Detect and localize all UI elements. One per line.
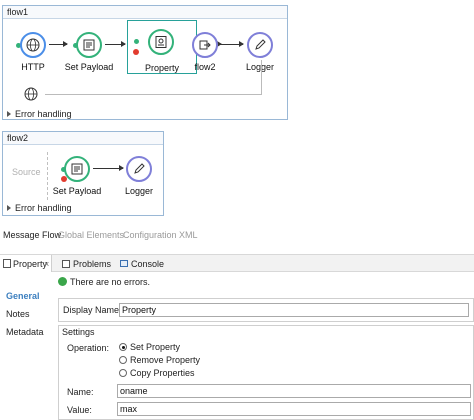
- property-tab-icon: [3, 259, 11, 268]
- globe-icon: [24, 87, 38, 103]
- flow1-title: flow1: [7, 7, 29, 17]
- http-listener-component[interactable]: HTTP: [3, 24, 63, 84]
- logger-icon: [247, 32, 273, 58]
- flow1-container[interactable]: flow1 HTTP Set Payload Property flow2 Lo…: [2, 5, 288, 120]
- tab-property[interactable]: Property ×: [0, 255, 52, 273]
- radio-copy-properties[interactable]: [119, 369, 127, 377]
- expand-triangle-icon: [7, 111, 11, 117]
- connector-dot: [134, 39, 139, 44]
- problems-icon: [62, 260, 70, 268]
- response-line: [45, 94, 261, 95]
- flow2-container[interactable]: flow2 Source Set Payload Logger Error ha…: [2, 131, 164, 216]
- display-name-box: Display Name: Property: [58, 298, 474, 322]
- properties-content: There are no errors. Display Name: Prope…: [54, 272, 474, 420]
- error-handling-toggle[interactable]: Error handling: [7, 203, 72, 213]
- name-label: Name:: [67, 387, 94, 397]
- globe-icon: [20, 32, 46, 58]
- error-indicator: [133, 49, 139, 55]
- display-name-field[interactable]: Property: [119, 303, 469, 317]
- radio-remove-property[interactable]: [119, 356, 127, 364]
- logger-icon: [126, 156, 152, 182]
- error-handling-toggle[interactable]: Error handling: [7, 109, 72, 119]
- tab-problems[interactable]: Problems: [60, 255, 112, 273]
- panel-tab-bar: Property × Problems Console: [0, 254, 474, 273]
- set-payload-component[interactable]: Set Payload: [47, 148, 107, 208]
- sidebar-item-general[interactable]: General: [6, 291, 40, 301]
- settings-title: Settings: [62, 327, 95, 337]
- payload-icon: [64, 156, 90, 182]
- error-handling-label: Error handling: [15, 203, 72, 213]
- flow-arrow: [105, 41, 126, 47]
- logger-component[interactable]: Logger: [109, 148, 169, 208]
- status-message: There are no errors.: [70, 277, 151, 287]
- value-field[interactable]: max: [117, 402, 471, 416]
- radio-set-property[interactable]: [119, 343, 127, 351]
- tab-global-elements[interactable]: Global Elements: [58, 230, 124, 240]
- close-icon[interactable]: ×: [44, 255, 49, 273]
- source-label: Source: [12, 167, 41, 177]
- flow2-header: flow2: [3, 132, 163, 145]
- component-label: Logger: [124, 186, 154, 196]
- flow1-header: flow1: [3, 6, 287, 19]
- sidebar-item-notes[interactable]: Notes: [6, 309, 30, 319]
- console-icon: [120, 260, 128, 267]
- properties-sidebar: General Notes Metadata: [0, 272, 54, 420]
- set-payload-component[interactable]: Set Payload: [59, 24, 119, 84]
- tab-configuration-xml[interactable]: Configuration XML: [123, 230, 198, 240]
- tab-console-label: Console: [131, 259, 165, 269]
- settings-box: Settings Operation: Set Property Remove …: [58, 325, 474, 420]
- operation-label: Operation:: [67, 343, 110, 353]
- sidebar-item-metadata[interactable]: Metadata: [6, 327, 44, 337]
- name-field[interactable]: oname: [117, 384, 471, 398]
- editor-tabs: Message Flow Global Elements Configurati…: [0, 228, 474, 242]
- properties-panel: Property × Problems Console General Note…: [0, 254, 474, 420]
- response-line-vertical: [261, 60, 262, 95]
- tab-problems-label: Problems: [73, 259, 112, 269]
- radio-label-copy-properties: Copy Properties: [130, 368, 195, 378]
- check-icon: [58, 277, 67, 286]
- tab-property-label: Property: [13, 259, 48, 269]
- flow-ref-icon: [192, 32, 218, 58]
- value-label: Value:: [67, 405, 92, 415]
- display-name-label: Display Name:: [63, 305, 122, 315]
- component-label: Logger: [245, 62, 275, 72]
- flow2-title: flow2: [7, 133, 29, 143]
- expand-triangle-icon: [7, 205, 11, 211]
- payload-icon: [76, 32, 102, 58]
- tab-message-flow[interactable]: Message Flow: [3, 230, 61, 240]
- radio-label-remove-property: Remove Property: [130, 355, 201, 365]
- error-handling-label: Error handling: [15, 109, 72, 119]
- tab-console[interactable]: Console: [118, 255, 170, 273]
- radio-label-set-property: Set Property: [130, 342, 181, 352]
- property-icon: [148, 29, 174, 55]
- logger-component[interactable]: Logger: [230, 24, 290, 84]
